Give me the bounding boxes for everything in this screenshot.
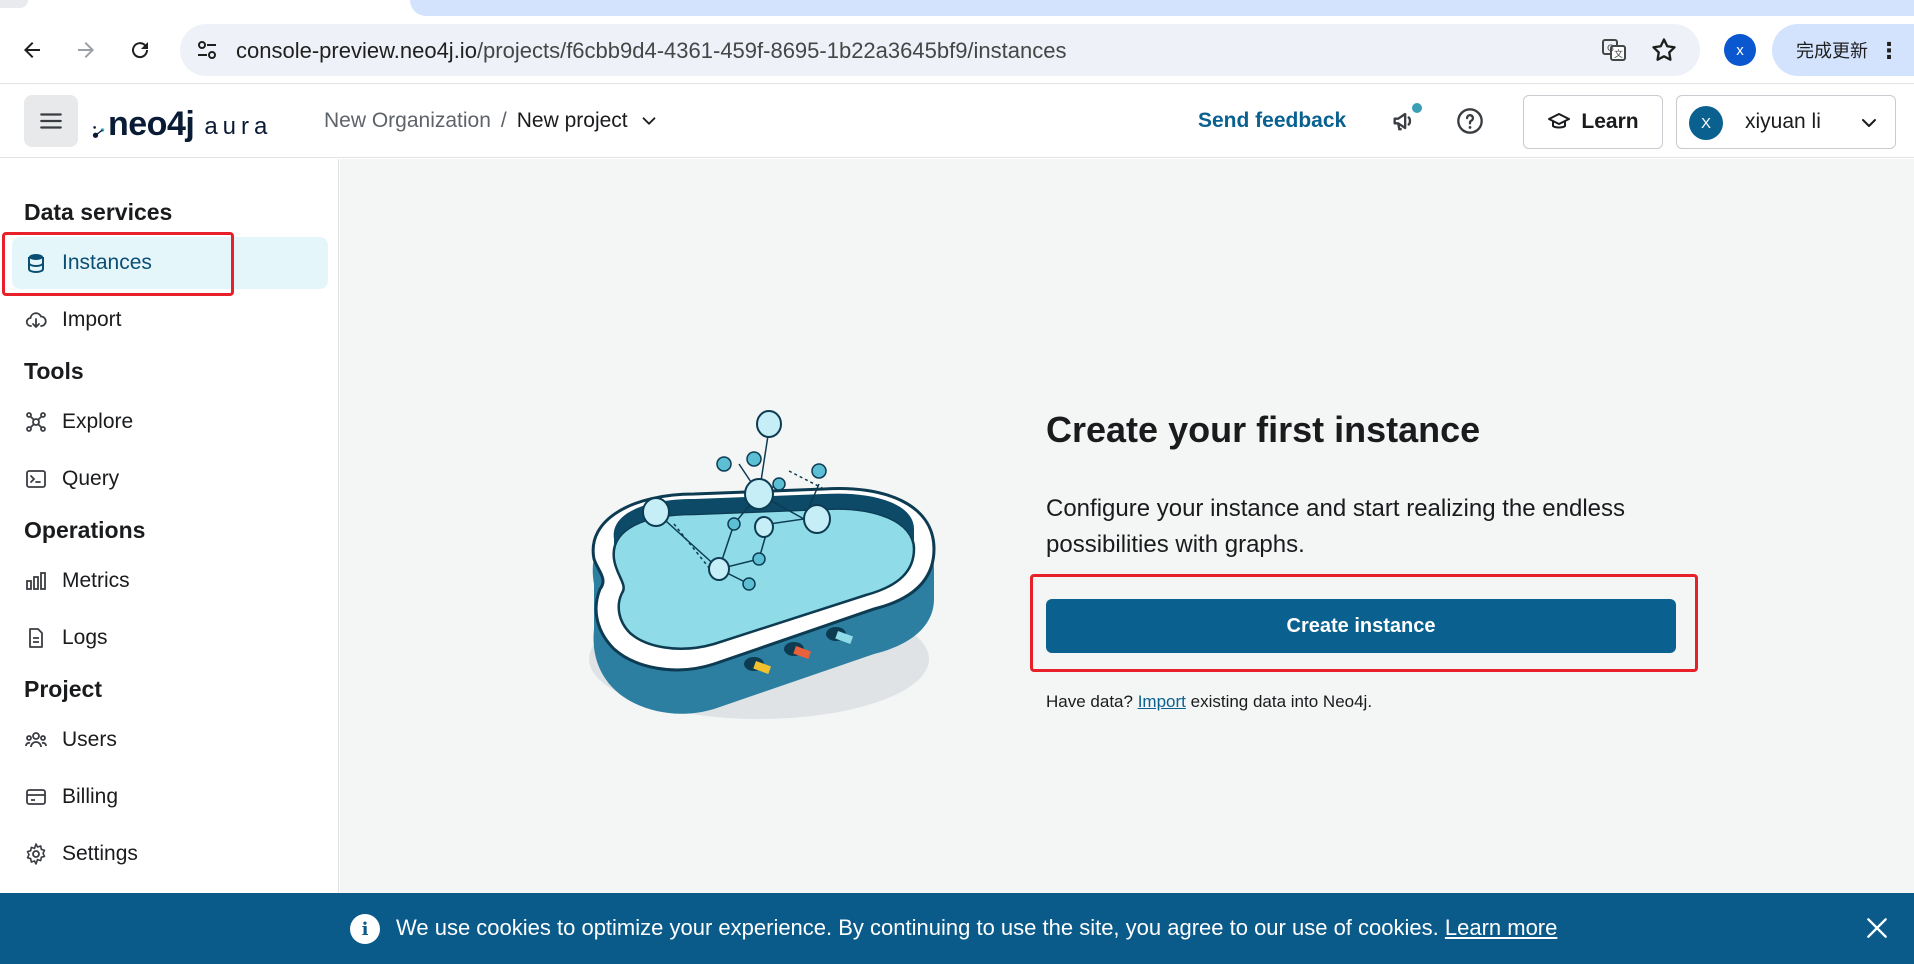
announcement-megaphone-icon[interactable]: [1388, 103, 1422, 137]
neo4j-aura-logo[interactable]: neo4j aura: [92, 101, 272, 141]
url-text[interactable]: console-preview.neo4j.io/projects/f6cbb9…: [236, 38, 1066, 64]
document-icon: [29, 628, 43, 648]
graph-database-illustration: [589, 410, 936, 719]
sidebar-item-import[interactable]: Import: [12, 294, 328, 346]
cookie-message: We use cookies to optimize your experien…: [396, 915, 1557, 941]
help-icon[interactable]: [1454, 105, 1486, 137]
sidebar: Data services Instances Import Tools Exp…: [0, 159, 339, 893]
browser-update-button[interactable]: 完成更新 ⋮: [1772, 24, 1914, 76]
section-heading-data-services: Data services: [24, 199, 173, 225]
sidebar-item-instances[interactable]: Instances: [12, 237, 328, 289]
browser-toolbar: console-preview.neo4j.io/projects/f6cbb9…: [0, 16, 1914, 84]
translate-icon[interactable]: G文: [1600, 36, 1628, 64]
sidebar-item-explore[interactable]: Explore: [12, 396, 328, 448]
learn-button[interactable]: Learn: [1523, 95, 1663, 149]
cookie-learn-more-link[interactable]: Learn more: [1445, 915, 1558, 940]
logo-aura-text: aura: [204, 113, 273, 140]
import-link[interactable]: Import: [1138, 692, 1186, 711]
browser-tab-strip: [0, 0, 1914, 16]
page-description: Configure your instance and start realiz…: [1046, 495, 1625, 558]
main-content: Create your first instance Configure you…: [340, 159, 1914, 893]
graph-icon: [26, 412, 46, 432]
breadcrumb-separator: /: [500, 109, 507, 132]
section-heading-operations: Operations: [24, 517, 146, 543]
cookie-banner: i We use cookies to optimize your experi…: [0, 893, 1914, 964]
browser-tab[interactable]: [0, 0, 28, 8]
sidebar-item-label: Query: [62, 467, 120, 490]
chevron-down-icon: [1862, 119, 1876, 127]
close-icon[interactable]: [1862, 913, 1892, 943]
notification-dot: [1412, 103, 1422, 113]
sidebar-item-metrics[interactable]: Metrics: [12, 555, 328, 607]
back-icon[interactable]: [14, 32, 50, 68]
page-title: Create your first instance: [1046, 409, 1481, 450]
credit-card-icon: [26, 789, 46, 805]
send-feedback-link[interactable]: Send feedback: [1198, 109, 1346, 133]
user-menu-button[interactable]: X xiyuan li: [1676, 95, 1896, 149]
sidebar-item-label: Explore: [62, 410, 134, 433]
sidebar-item-label: Logs: [62, 626, 108, 649]
svg-text:G: G: [1607, 44, 1614, 54]
hamburger-menu-icon[interactable]: [24, 95, 78, 147]
sidebar-item-query[interactable]: Query: [12, 453, 328, 505]
section-heading-tools: Tools: [24, 358, 84, 384]
user-name: xiyuan li: [1745, 110, 1821, 133]
bookmark-star-icon[interactable]: [1650, 36, 1678, 64]
sidebar-item-label: Users: [62, 728, 117, 751]
update-label: 完成更新: [1796, 41, 1868, 61]
address-bar[interactable]: console-preview.neo4j.io/projects/f6cbb9…: [180, 24, 1700, 76]
site-settings-icon[interactable]: [194, 37, 220, 63]
sidebar-item-settings[interactable]: Settings: [12, 828, 328, 880]
gear-icon: [26, 843, 46, 865]
sidebar-item-billing[interactable]: Billing: [12, 771, 328, 823]
browser-profile-avatar[interactable]: x: [1724, 34, 1756, 66]
logo-graph-icon: [92, 126, 105, 138]
sidebar-item-label: Instances: [62, 251, 152, 274]
import-note-prefix: Have data?: [1046, 692, 1133, 711]
user-avatar: X: [1689, 106, 1723, 140]
more-options-icon[interactable]: ⋮: [1878, 38, 1900, 64]
forward-icon[interactable]: [68, 32, 104, 68]
app-header: neo4j aura New Organization / New projec…: [0, 85, 1914, 158]
cookie-message-text: We use cookies to optimize your experien…: [396, 915, 1439, 940]
browser-tab-active[interactable]: [410, 0, 1914, 16]
sidebar-item-label: Import: [62, 308, 122, 331]
sidebar-item-users[interactable]: Users: [12, 714, 328, 766]
database-icon: [28, 254, 44, 274]
import-note-suffix: existing data into Neo4j.: [1190, 692, 1373, 711]
svg-text:文: 文: [1614, 48, 1623, 60]
bar-chart-icon: [26, 572, 46, 590]
create-instance-button[interactable]: Create instance: [1046, 599, 1676, 653]
users-icon: [25, 732, 47, 748]
import-note: Have data? Import existing data into Neo…: [1046, 692, 1372, 712]
terminal-icon: [26, 470, 46, 488]
breadcrumb-organization[interactable]: New Organization: [324, 109, 491, 133]
breadcrumb: New Organization / New project: [324, 109, 660, 133]
sidebar-item-label: Metrics: [62, 569, 130, 592]
logo-neo4j-text: neo4j: [108, 105, 195, 143]
sidebar-item-label: Billing: [62, 785, 119, 808]
info-icon: i: [350, 914, 380, 944]
graduation-cap-icon: [1548, 113, 1571, 129]
sidebar-item-label: Settings: [62, 842, 138, 865]
learn-label: Learn: [1581, 110, 1639, 133]
cloud-download-icon: [25, 312, 47, 328]
section-heading-project: Project: [24, 676, 102, 702]
chevron-down-icon[interactable]: [638, 110, 660, 132]
breadcrumb-project[interactable]: New project: [517, 109, 628, 133]
reload-icon[interactable]: [122, 32, 158, 68]
sidebar-item-logs[interactable]: Logs: [12, 612, 328, 664]
